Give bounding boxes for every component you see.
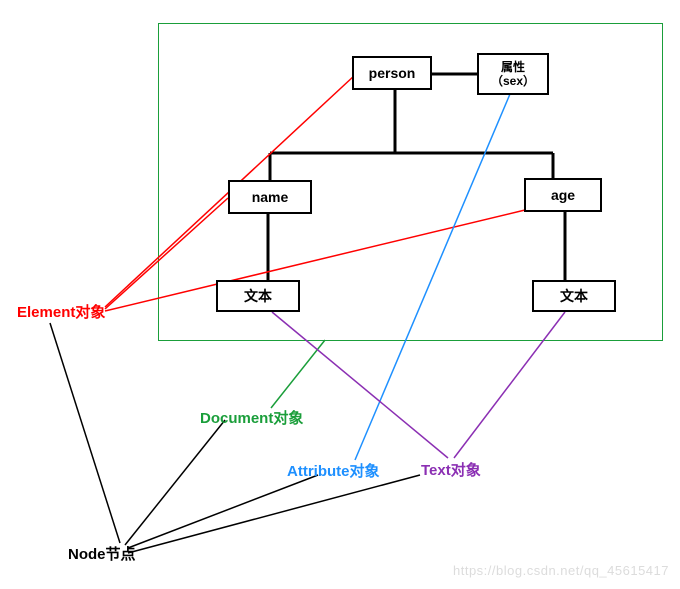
node-age: age bbox=[524, 178, 602, 212]
label-element: Element对象 bbox=[17, 301, 105, 322]
node-text-right: 文本 bbox=[532, 280, 616, 312]
node-attr: 属性 （sex） bbox=[477, 53, 549, 95]
label-node: Node节点 bbox=[68, 543, 136, 564]
node-label: name bbox=[252, 189, 289, 206]
label-document: Document对象 bbox=[200, 407, 303, 428]
label-text: Text对象 bbox=[421, 459, 481, 480]
node-label: 文本 bbox=[244, 288, 272, 305]
node-label: 文本 bbox=[560, 288, 588, 305]
node-label: 属性 （sex） bbox=[491, 60, 535, 89]
node-person: person bbox=[352, 56, 432, 90]
diagram-canvas: person 属性 （sex） name age 文本 文本 Element对象… bbox=[0, 0, 680, 589]
node-name: name bbox=[228, 180, 312, 214]
node-label: person bbox=[369, 65, 416, 82]
node-text-left: 文本 bbox=[216, 280, 300, 312]
watermark: https://blog.csdn.net/qq_45615417 bbox=[453, 563, 669, 578]
label-attribute: Attribute对象 bbox=[287, 460, 380, 481]
node-label: age bbox=[551, 187, 575, 204]
